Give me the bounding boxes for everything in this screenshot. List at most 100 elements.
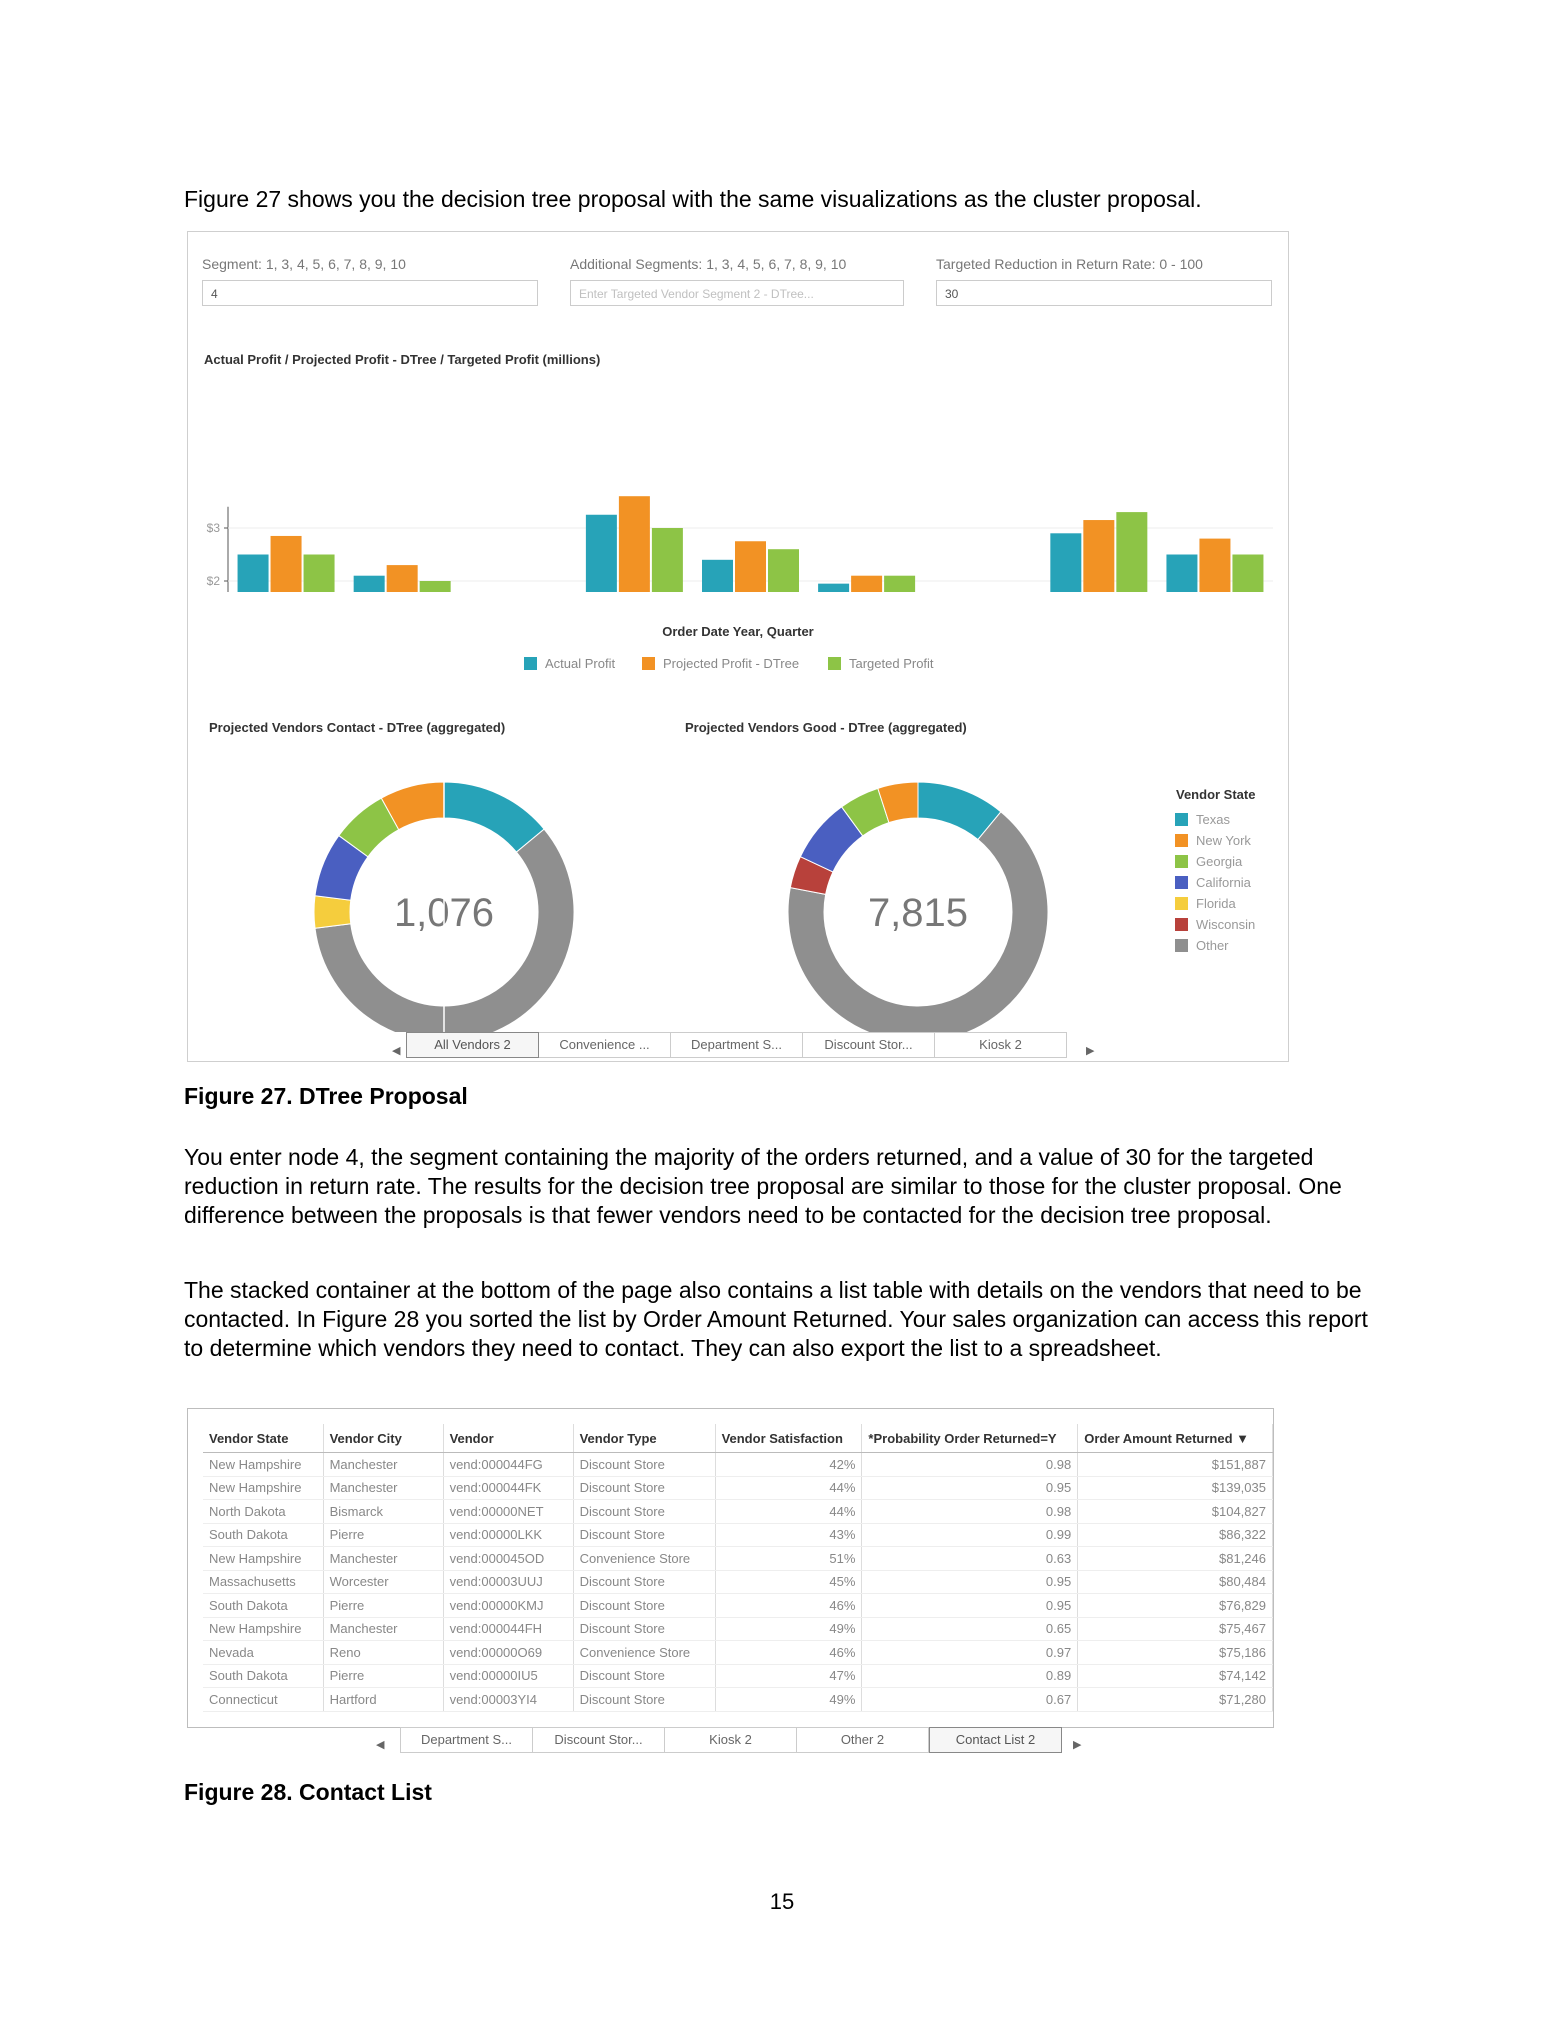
table-cell: Nevada <box>203 1640 324 1665</box>
tabs-prev-icon[interactable]: ◀ <box>392 1044 400 1057</box>
table-row[interactable]: New Hampshire Manchester vend:000044FG Disc… <box>203 1452 1273 1477</box>
tabs28-next-icon[interactable]: ▶ <box>1073 1738 1081 1751</box>
bar-projected-profit-dtree[interactable] <box>735 541 766 592</box>
table-cell: 42% <box>715 1452 863 1477</box>
bar-actual-profit[interactable] <box>702 559 733 592</box>
vendor-state-legend-title: Vendor State <box>1176 787 1256 802</box>
table-cell: Pierre <box>323 1593 444 1618</box>
table-cell: 0.89 <box>861 1664 1079 1688</box>
legend-label: Other <box>1196 938 1229 953</box>
table-cell: vend:000044FG <box>443 1452 574 1477</box>
page-number: 15 <box>769 1889 795 1914</box>
tab-discount-stor[interactable]: Discount Stor... <box>533 1727 665 1753</box>
tab-contact-list-2[interactable]: Contact List 2 <box>929 1727 1062 1753</box>
tab-department-s[interactable]: Department S... <box>671 1032 803 1058</box>
legend-label: Wisconsin <box>1196 917 1256 932</box>
table-row[interactable]: Massachusetts Worcester vend:00003UUJ Disco… <box>203 1570 1273 1594</box>
column-header[interactable]: Vendor City <box>323 1424 444 1453</box>
table-cell: $104,827 <box>1077 1499 1273 1524</box>
column-header[interactable]: Vendor <box>443 1424 574 1453</box>
contact-list-table: Vendor State Vendor City Vendor Vendor Type… <box>203 1424 1273 1712</box>
table-cell: Connecticut <box>203 1687 324 1712</box>
table-row[interactable]: New Hampshire Manchester vend:000044FH Disc… <box>203 1617 1273 1641</box>
bar-actual-profit[interactable] <box>585 514 617 592</box>
table-cell: vend:000044FH <box>443 1617 574 1641</box>
bar-projected-profit-dtree[interactable] <box>618 496 650 592</box>
table-cell: 47% <box>715 1664 863 1688</box>
tabs28-prev-icon[interactable]: ◀ <box>376 1738 384 1751</box>
segment-input[interactable]: 4 <box>202 280 538 306</box>
donut-slice-florida[interactable] <box>313 895 352 929</box>
tabs-next-icon[interactable]: ▶ <box>1086 1044 1094 1057</box>
paragraph-2: The stacked container at the bottom of t… <box>184 1277 1368 1361</box>
bar-targeted-profit[interactable] <box>884 575 916 592</box>
table-row[interactable]: South Dakota Pierre vend:00000KMJ Discount … <box>203 1593 1273 1618</box>
table-cell: Manchester <box>323 1476 444 1500</box>
bar-actual-profit[interactable] <box>1166 554 1198 593</box>
tab-convenience[interactable]: Convenience ... <box>539 1032 671 1058</box>
bar-projected-profit-dtree[interactable] <box>851 575 883 592</box>
table-cell: Manchester <box>323 1617 444 1641</box>
bar-projected-profit-dtree[interactable] <box>1199 538 1231 592</box>
table-row[interactable]: Connecticut Hartford vend:00003YI4 Discount… <box>203 1687 1273 1712</box>
reduction-input[interactable]: 30 <box>936 280 1272 306</box>
tab-department-s[interactable]: Department S... <box>400 1727 533 1753</box>
table-cell: $76,829 <box>1077 1593 1273 1618</box>
table-cell: vend:000045OD <box>443 1546 574 1571</box>
legend-label: Florida <box>1196 896 1236 911</box>
bar-projected-profit-dtree[interactable] <box>1083 520 1115 592</box>
bar-targeted-profit[interactable] <box>303 554 335 593</box>
table-cell: 0.98 <box>861 1452 1079 1477</box>
additional-segments-input[interactable]: Enter Targeted Vendor Segment 2 - DTree.… <box>570 280 904 306</box>
table-cell: Discount Store <box>573 1499 716 1524</box>
table-cell: 46% <box>715 1593 863 1618</box>
table-row[interactable]: South Dakota Pierre vend:00000IU5 Discount … <box>203 1664 1273 1688</box>
table-row[interactable]: New Hampshire Manchester vend:000044FK Disc… <box>203 1476 1273 1500</box>
table-cell: vend:00000O69 <box>443 1640 574 1665</box>
legend-label: Projected Profit - DTree <box>663 656 800 671</box>
tab-kiosk-2[interactable]: Kiosk 2 <box>935 1032 1067 1058</box>
bar-actual-profit[interactable] <box>237 554 269 593</box>
column-header[interactable]: *Probability Order Returned=Y <box>861 1424 1079 1453</box>
table-cell: Reno <box>323 1640 444 1665</box>
table-cell: $75,186 <box>1077 1640 1273 1665</box>
bar-projected-profit-dtree[interactable] <box>386 565 418 592</box>
table-row[interactable]: South Dakota Pierre vend:00000LKK Discount … <box>203 1523 1273 1547</box>
bar-targeted-profit[interactable] <box>651 528 683 592</box>
table-row[interactable]: Nevada Reno vend:00000O69 Convenience Store… <box>203 1640 1273 1665</box>
legend-swatch <box>1175 897 1188 910</box>
bar-projected-profit-dtree[interactable] <box>270 535 302 592</box>
bar-actual-profit[interactable] <box>818 583 850 592</box>
table-cell: Convenience Store <box>573 1640 716 1665</box>
tab-all-vendors-2[interactable]: All Vendors 2 <box>406 1032 539 1058</box>
table-cell: 0.99 <box>861 1523 1079 1547</box>
bar-chart-title: Actual Profit / Projected Profit - DTree… <box>204 352 601 367</box>
column-header[interactable]: Vendor Satisfaction <box>715 1424 863 1453</box>
tab-discount-stor[interactable]: Discount Stor... <box>803 1032 935 1058</box>
table-cell: Massachusetts <box>203 1570 324 1594</box>
table-cell: 45% <box>715 1570 863 1594</box>
tab-other-2[interactable]: Other 2 <box>797 1727 929 1753</box>
bar-actual-profit[interactable] <box>1050 533 1082 592</box>
legend-label: Texas <box>1196 812 1230 827</box>
table-row[interactable]: New Hampshire Manchester vend:000045OD Conv… <box>203 1546 1273 1571</box>
table-cell: North Dakota <box>203 1499 324 1524</box>
bar-targeted-profit[interactable] <box>419 581 451 592</box>
tab-kiosk-2[interactable]: Kiosk 2 <box>665 1727 797 1753</box>
bar-targeted-profit[interactable] <box>768 549 799 592</box>
bar-targeted-profit[interactable] <box>1232 554 1264 593</box>
legend-item-other: Other <box>1175 935 1255 956</box>
column-header[interactable]: Vendor Type <box>573 1424 716 1453</box>
table-row[interactable]: North Dakota Bismarck vend:00000NET Discoun… <box>203 1499 1273 1524</box>
bar-actual-profit[interactable] <box>353 575 385 592</box>
table-cell: 44% <box>715 1476 863 1500</box>
table-cell: 49% <box>715 1617 863 1641</box>
legend-swatch <box>1175 876 1188 889</box>
table-cell: New Hampshire <box>203 1617 324 1641</box>
bar-targeted-profit[interactable] <box>1116 512 1148 592</box>
column-header[interactable]: Vendor State <box>203 1424 324 1453</box>
column-header[interactable]: Order Amount Returned ▼ <box>1077 1424 1273 1453</box>
table-cell: 0.97 <box>861 1640 1079 1665</box>
table-cell: 44% <box>715 1499 863 1524</box>
table-cell: 0.65 <box>861 1617 1079 1641</box>
